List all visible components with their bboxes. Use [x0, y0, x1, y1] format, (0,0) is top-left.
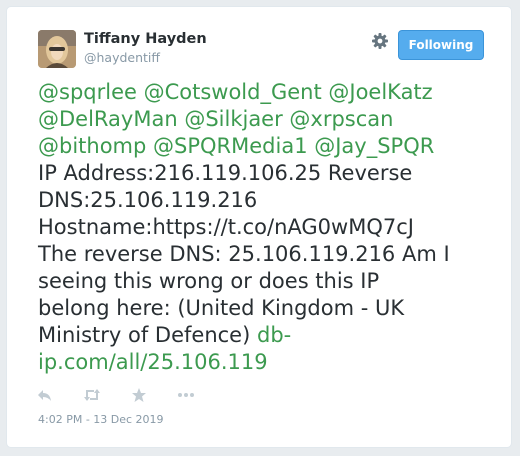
- tweet-timestamp[interactable]: 4:02 PM - 13 Dec 2019: [38, 413, 164, 426]
- author-name[interactable]: Tiffany Hayden: [84, 31, 207, 47]
- mention-links[interactable]: @bithomp @SPQRMedia1 @Jay_SPQR: [38, 134, 434, 158]
- star-icon[interactable]: [131, 387, 149, 403]
- tweet-line: @spqrlee @Cotswold_Gent @JoelKatz: [38, 79, 508, 106]
- tweet-line: @bithomp @SPQRMedia1 @Jay_SPQR: [38, 133, 508, 160]
- tweet-line: seeing this wrong or does this IP: [38, 269, 380, 293]
- db-ip-link[interactable]: ip.com/all/25.106.119: [38, 350, 268, 374]
- tweet-line: ip.com/all/25.106.119: [38, 349, 508, 376]
- tweet-line: DNS:25.106.119.216: [38, 188, 258, 212]
- author-handle[interactable]: @haydentiff: [84, 50, 160, 65]
- mention-links[interactable]: @spqrlee @Cotswold_Gent @JoelKatz: [38, 80, 433, 104]
- tweet-line: Hostname:https://t.co/nAG0wMQ7cJ: [38, 215, 414, 239]
- tweet-line: The reverse DNS: 25.106.119.216 Am I: [38, 242, 450, 266]
- following-button[interactable]: Following: [398, 30, 484, 60]
- tweet-text-segment: Ministry of Defence): [38, 323, 251, 347]
- gear-icon[interactable]: [371, 32, 389, 50]
- avatar-image: [38, 30, 76, 68]
- tweet-line: Ministry of Defence) db-: [38, 322, 508, 349]
- tweet-card: Tiffany Hayden @haydentiff Following @sp…: [6, 6, 512, 448]
- tweet-line: @DelRayMan @Silkjaer @xrpscan: [38, 106, 508, 133]
- retweet-icon[interactable]: [83, 387, 101, 403]
- reply-icon[interactable]: [37, 387, 55, 403]
- tweet-text: @spqrlee @Cotswold_Gent @JoelKatz @DelRa…: [38, 79, 508, 376]
- more-icon[interactable]: [177, 387, 195, 403]
- avatar[interactable]: [38, 30, 76, 68]
- tweet-line: IP Address:216.119.106.25 Reverse: [38, 161, 413, 185]
- db-ip-link[interactable]: db-: [257, 323, 291, 347]
- mention-links[interactable]: @DelRayMan @Silkjaer @xrpscan: [38, 107, 393, 131]
- tweet-line: belong here: (United Kingdom - UK: [38, 296, 405, 320]
